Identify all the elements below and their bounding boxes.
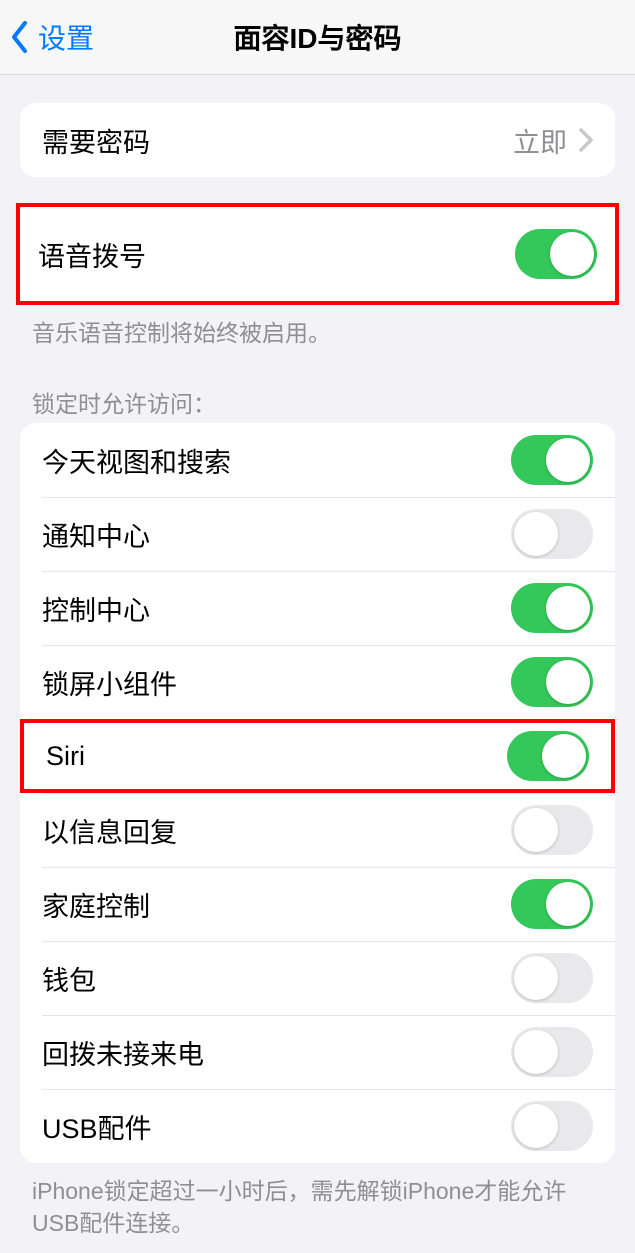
lock-access-toggle[interactable]	[511, 805, 593, 855]
require-passcode-label: 需要密码	[42, 121, 513, 160]
lock-access-label: 家庭控制	[42, 885, 511, 924]
lock-access-label: 今天视图和搜索	[42, 441, 511, 480]
voice-dial-toggle[interactable]	[515, 229, 597, 279]
lock-access-cell: Siri	[20, 719, 615, 793]
lock-access-cell: 控制中心	[20, 571, 615, 645]
lock-access-cell: 以信息回复	[20, 793, 615, 867]
lock-access-toggle[interactable]	[511, 1027, 593, 1077]
lock-access-cell: 家庭控制	[20, 867, 615, 941]
require-passcode-cell[interactable]: 需要密码 立即	[20, 103, 615, 177]
lock-access-toggle[interactable]	[511, 879, 593, 929]
lock-access-label: 通知中心	[42, 515, 511, 554]
voice-dial-label: 语音拨号	[38, 235, 515, 274]
lock-access-cell: 通知中心	[20, 497, 615, 571]
lock-access-toggle[interactable]	[511, 657, 593, 707]
voice-dial-highlight: 语音拨号	[16, 203, 619, 305]
chevron-left-icon	[10, 20, 30, 54]
lock-access-toggle[interactable]	[511, 1101, 593, 1151]
page-title: 面容ID与密码	[0, 17, 635, 57]
lock-access-label: USB配件	[42, 1107, 511, 1146]
require-passcode-value: 立即	[513, 121, 567, 160]
lock-access-cell: 钱包	[20, 941, 615, 1015]
lock-access-toggle[interactable]	[511, 583, 593, 633]
lock-access-toggle[interactable]	[511, 509, 593, 559]
lock-access-cell: USB配件	[20, 1089, 615, 1163]
voice-dial-cell: 语音拨号	[20, 207, 615, 301]
lock-access-label: 回拨未接来电	[42, 1033, 511, 1072]
lock-access-cell: 今天视图和搜索	[20, 423, 615, 497]
lock-access-cell: 回拨未接来电	[20, 1015, 615, 1089]
lock-access-label: 锁屏小组件	[42, 663, 511, 702]
lock-access-footer: iPhone锁定超过一小时后，需先解锁iPhone才能允许USB配件连接。	[0, 1163, 635, 1239]
lock-access-label: 控制中心	[42, 589, 511, 628]
lock-access-toggle[interactable]	[507, 731, 589, 781]
chevron-right-icon	[579, 128, 593, 152]
lock-access-cell: 锁屏小组件	[20, 645, 615, 719]
lock-access-label: 钱包	[42, 959, 511, 998]
lock-access-label: Siri	[46, 741, 507, 772]
voice-dial-footer: 音乐语音控制将始终被启用。	[0, 305, 635, 349]
lock-access-group: 今天视图和搜索通知中心控制中心锁屏小组件 Siri 以信息回复家庭控制钱包回拨未接来…	[20, 423, 615, 1163]
lock-access-toggle[interactable]	[511, 953, 593, 1003]
back-button[interactable]: 设置	[0, 17, 94, 57]
passcode-group: 需要密码 立即	[20, 103, 615, 177]
lock-access-label: 以信息回复	[42, 811, 511, 850]
back-label: 设置	[38, 17, 94, 57]
lock-access-toggle[interactable]	[511, 435, 593, 485]
lock-access-header: 锁定时允许访问：	[0, 349, 635, 423]
nav-bar: 设置 面容ID与密码	[0, 0, 635, 75]
